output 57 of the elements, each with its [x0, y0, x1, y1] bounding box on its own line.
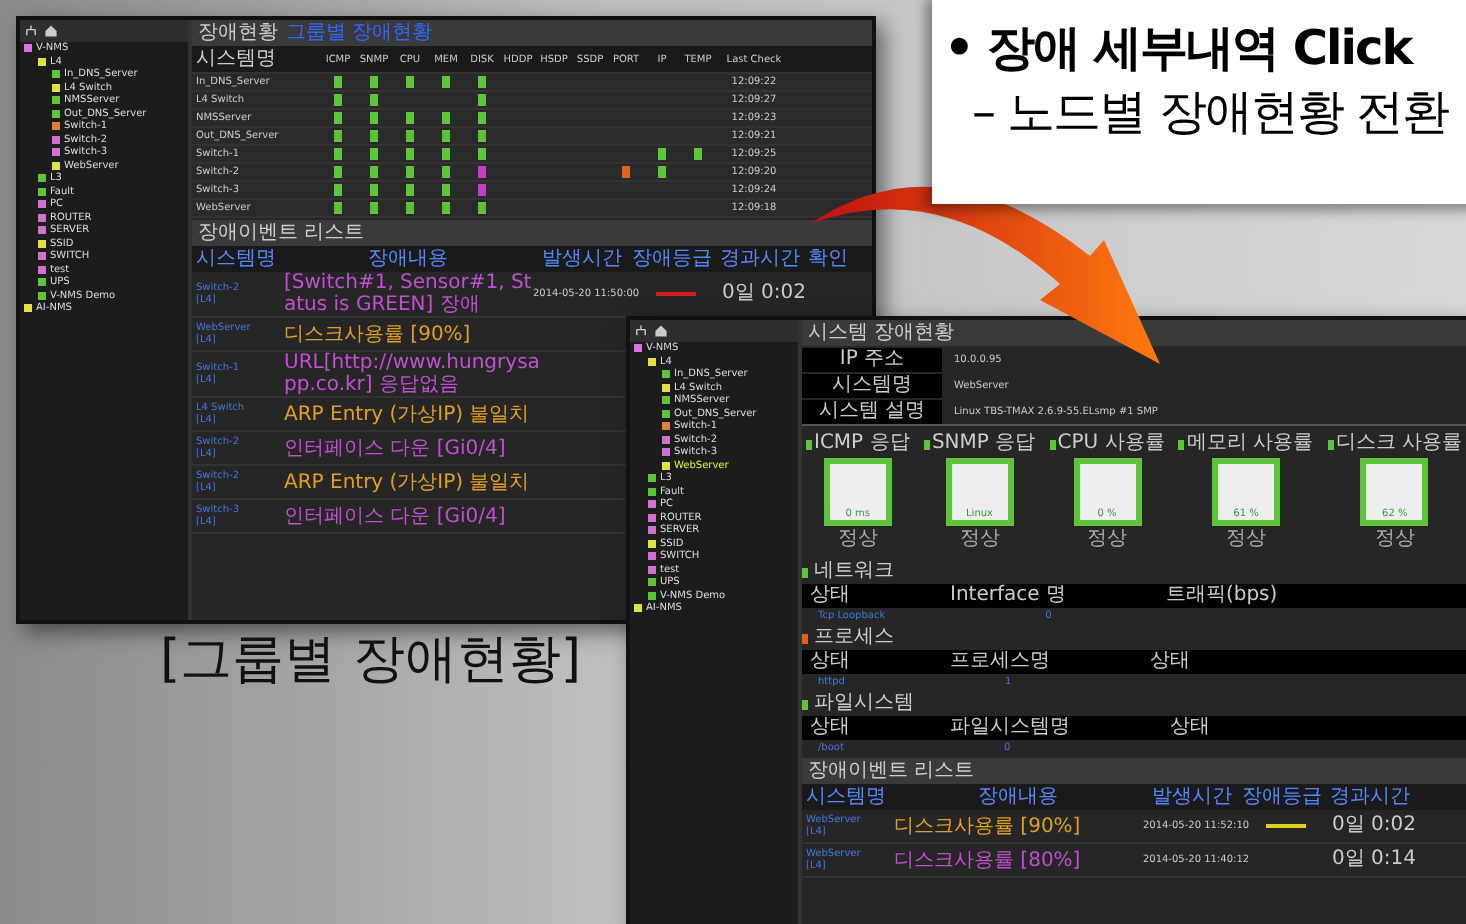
- home-icon[interactable]: [44, 24, 58, 38]
- section-title: 네트워크: [814, 560, 894, 584]
- column-header: 상태: [810, 650, 850, 674]
- column-header: 장애내용: [976, 785, 1060, 809]
- column-header: 상태: [1170, 716, 1210, 740]
- info-label: IP 주소: [802, 347, 942, 371]
- info-label: 시스템명: [802, 373, 942, 397]
- monitor-label: SNMP 응답: [931, 432, 1036, 456]
- info-label: 시스템 설명: [802, 399, 942, 423]
- monitor-label: 메모리 사용률: [1186, 432, 1314, 456]
- event-message: ARP Entry (가상IP) 불일치: [284, 471, 532, 493]
- event-message: 인터페이스 다운 [Gi0/4]: [284, 505, 508, 527]
- caption-title: • 장애 세부내역 Click: [944, 18, 1416, 80]
- column-header: 장애등급: [1240, 785, 1324, 809]
- column-header: 파일시스템명: [950, 716, 1070, 740]
- event-message: ARP Entry (가상IP) 불일치: [284, 403, 532, 425]
- column-header: 장애내용: [366, 247, 450, 271]
- column-header: 발생시간: [540, 247, 624, 271]
- monitor-label: ICMP 응답: [814, 432, 910, 456]
- column-header: 트래픽(bps): [1165, 584, 1278, 608]
- column-header: 상태: [810, 584, 850, 608]
- event-message: URL[http://www.hungrysapp.co.kr] 응답없음: [284, 352, 540, 396]
- elapsed-time: 0일 0:02: [722, 282, 806, 306]
- event-message: 인터페이스 다운 [Gi0/4]: [284, 437, 508, 459]
- column-header: 발생시간: [1150, 785, 1234, 809]
- caption: [그룹별 장애현황]: [160, 628, 582, 694]
- column-header: 확인: [806, 247, 850, 271]
- column-header: 상태: [810, 716, 850, 740]
- section-title: 파일시스템: [814, 692, 914, 716]
- monitor-status: 정상: [837, 528, 878, 552]
- panel-title: 장애이벤트 리스트: [808, 759, 975, 783]
- column-header: 경과시간: [1328, 785, 1412, 809]
- panel-title: 시스템 장애현황: [808, 321, 955, 345]
- panel-title: 장애현황: [198, 21, 278, 45]
- monitor-status: 정상: [1374, 528, 1415, 552]
- event-message: 디스크사용률 [90%]: [284, 323, 473, 345]
- elapsed-time: 0일 0:02: [1332, 814, 1416, 838]
- column-header: 프로세스명: [950, 650, 1050, 674]
- monitor-status: 정상: [1226, 528, 1267, 552]
- monitor-status: 정상: [1087, 528, 1128, 552]
- column-header: 시스템명: [194, 47, 278, 71]
- column-header: 장애등급: [630, 247, 714, 271]
- column-header: 경과시간: [718, 247, 802, 271]
- column-header: 상태: [1150, 650, 1190, 674]
- monitor-status: 정상: [959, 528, 1000, 552]
- section-title: 프로세스: [814, 626, 894, 650]
- monitor-label: 디스크 사용률: [1335, 432, 1462, 456]
- tree-icon[interactable]: [634, 324, 648, 338]
- monitor-label: CPU 사용률: [1057, 432, 1165, 456]
- caption-subtitle: – 노드별 장애현황 전환: [972, 82, 1451, 144]
- column-header: 시스템명: [804, 785, 888, 809]
- column-header: Interface 명: [950, 584, 1066, 608]
- elapsed-time: 0일 0:14: [1332, 848, 1416, 872]
- column-header: 시스템명: [194, 247, 278, 271]
- home-icon[interactable]: [654, 324, 668, 338]
- panel-title: 장애이벤트 리스트: [198, 221, 365, 245]
- tree-icon[interactable]: [24, 24, 38, 38]
